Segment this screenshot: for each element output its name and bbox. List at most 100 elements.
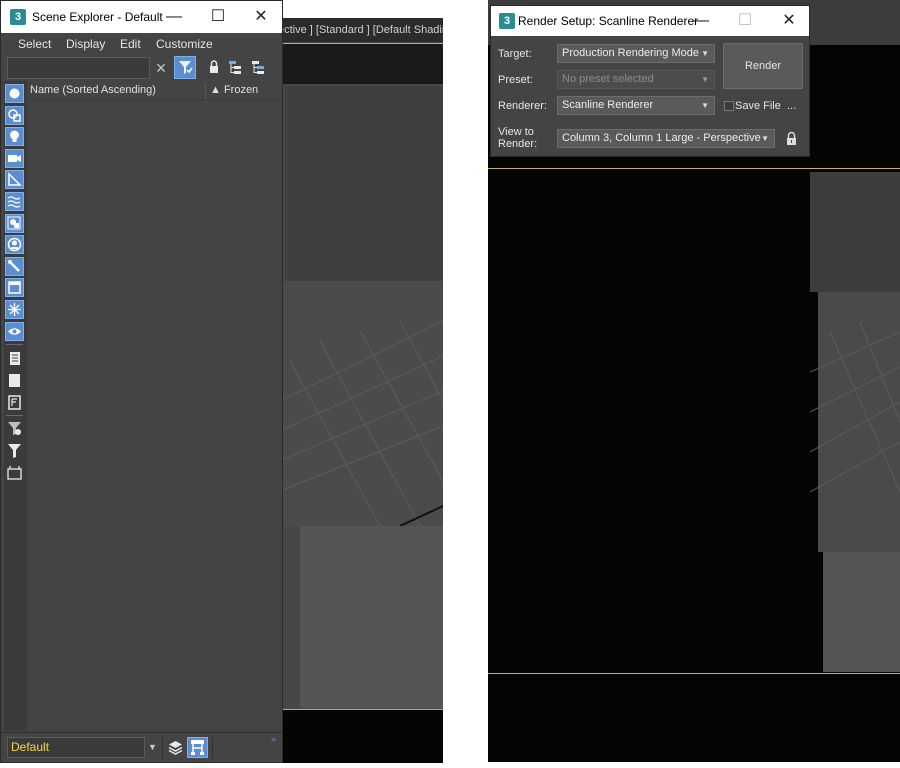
invert-display-icon [8,395,21,410]
view-to-render-dropdown[interactable]: Column 3, Column 1 Large - Perspective ▼ [557,129,775,148]
menu-customize[interactable]: Customize [156,37,213,51]
toolbar-separator [212,737,213,759]
chevron-down-icon: ▼ [701,101,709,110]
scene-object-lower [300,526,443,708]
display-none-icon [9,374,20,387]
layers-icon [168,741,183,755]
lights-icon [10,130,19,142]
renderer-dropdown[interactable]: Scanline Renderer ▼ [557,96,715,115]
window-title: Scene Explorer - Default [32,10,163,24]
groups-icon [7,216,21,230]
display-all-icon [10,352,20,365]
title-bar[interactable]: 3 Render Setup: Scanline Renderer — ☐ ✕ [491,6,809,36]
layer-dropdown[interactable]: Default [7,737,145,758]
menu-edit[interactable]: Edit [120,37,141,51]
lock-icon[interactable] [206,59,222,75]
render-setup-window[interactable]: 3 Render Setup: Scanline Renderer — ☐ ✕ … [490,5,810,157]
containers-icon [8,281,21,294]
viewport-black-region [280,710,443,763]
clear-search-icon[interactable]: × [152,58,170,78]
toolbar-separator [6,344,23,345]
toolbar-separator [162,737,163,759]
viewport-label[interactable]: ective ] [Standard ] [Default Shadin [280,18,443,42]
close-button[interactable]: ✕ [239,1,283,33]
search-input[interactable] [7,57,150,79]
maximize-button[interactable]: ☐ [723,6,767,36]
xrefs-icon [7,237,22,252]
save-file-checkbox[interactable] [724,101,734,111]
column-header-frozen[interactable]: ▲ Frozen [210,84,258,96]
viewport-frame-line-bottom [488,673,900,674]
view-to-render-label-line2: Render: [498,138,538,150]
filter-funnel-icon [179,61,193,74]
renderer-value: Scanline Renderer [562,99,654,111]
scene-object [285,86,443,281]
preset-dropdown[interactable]: No preset selected ▼ [557,70,715,89]
cameras-icon [8,155,21,162]
invert-display-button[interactable] [5,393,24,412]
minimize-button[interactable]: — [679,6,723,36]
display-cameras-button[interactable] [5,149,24,168]
filter-toggle-button[interactable] [174,56,196,79]
view-to-render-value: Column 3, Column 1 Large - Perspective [562,132,761,144]
minimize-button[interactable]: — [152,1,196,33]
display-containers-button[interactable] [5,278,24,297]
viewport-left[interactable]: ective ] [Standard ] [Default Shadin [280,18,443,763]
chevron-down-icon: ▼ [701,49,709,58]
lock-view-icon[interactable] [785,131,799,147]
display-xrefs-button[interactable] [5,235,24,254]
scene-explorer-window[interactable]: 3 Scene Explorer - Default — ☐ ✕ Select … [0,0,283,763]
display-geometry-button[interactable] [5,84,24,103]
menu-select[interactable]: Select [18,37,51,51]
geometry-icon [9,88,20,99]
display-none-button[interactable] [5,371,24,390]
find-using-filter-button[interactable] [5,419,24,438]
sort-by-hierarchy-button[interactable] [187,737,208,758]
viewport-label-bar: ective ] [Standard ] [Default Shadin [280,18,443,42]
sort-by-layer-button[interactable] [165,737,186,758]
menu-display[interactable]: Display [66,37,105,51]
display-helpers-button[interactable] [5,170,24,189]
bottom-toolbar: Default ▼ » [1,732,282,762]
container-outline-button[interactable] [5,463,24,482]
space-warps-icon [7,196,21,208]
display-frozen-button[interactable] [5,300,24,319]
scene-object [810,172,900,292]
container-outline-icon [7,466,22,480]
frozen-icon [8,303,21,316]
viewport-dark-band [280,44,443,84]
display-groups-button[interactable] [5,214,24,233]
hierarchy-icon [191,740,204,755]
chevron-down-icon: ▼ [701,75,709,84]
display-bones-button[interactable] [5,257,24,276]
chevron-down-icon: ▼ [761,134,769,143]
layer-hierarchy-icon[interactable] [250,59,266,75]
display-hidden-button[interactable] [5,322,24,341]
display-lights-button[interactable] [5,127,24,146]
column-divider[interactable] [205,83,206,99]
save-file-browse-button[interactable]: ... [787,100,796,112]
column-header-name[interactable]: Name (Sorted Ascending) [30,84,156,96]
find-using-filter-icon [8,422,21,435]
scene-object-list[interactable] [28,81,280,731]
display-space-warps-button[interactable] [5,192,24,211]
bones-icon [8,260,20,272]
expand-chevron-icon[interactable]: » [271,734,276,744]
title-bar[interactable]: 3 Scene Explorer - Default — ☐ ✕ [1,1,282,33]
save-file-label: Save File [735,100,781,112]
filter-button[interactable] [5,441,24,460]
hidden-icon [8,328,21,335]
display-shapes-button[interactable] [5,106,24,125]
target-label: Target: [498,48,532,60]
renderer-label: Renderer: [498,100,547,112]
maximize-button[interactable]: ☐ [196,1,240,33]
app-icon: 3 [10,9,26,25]
helpers-icon [8,172,22,186]
shapes-icon [8,109,21,122]
close-button[interactable]: ✕ [767,6,811,36]
hierarchy-icon[interactable] [227,59,243,75]
display-all-button[interactable] [5,349,24,368]
render-button[interactable]: Render [723,43,803,89]
target-dropdown[interactable]: Production Rendering Mode ▼ [557,44,715,63]
chevron-down-icon[interactable]: ▼ [146,737,159,758]
